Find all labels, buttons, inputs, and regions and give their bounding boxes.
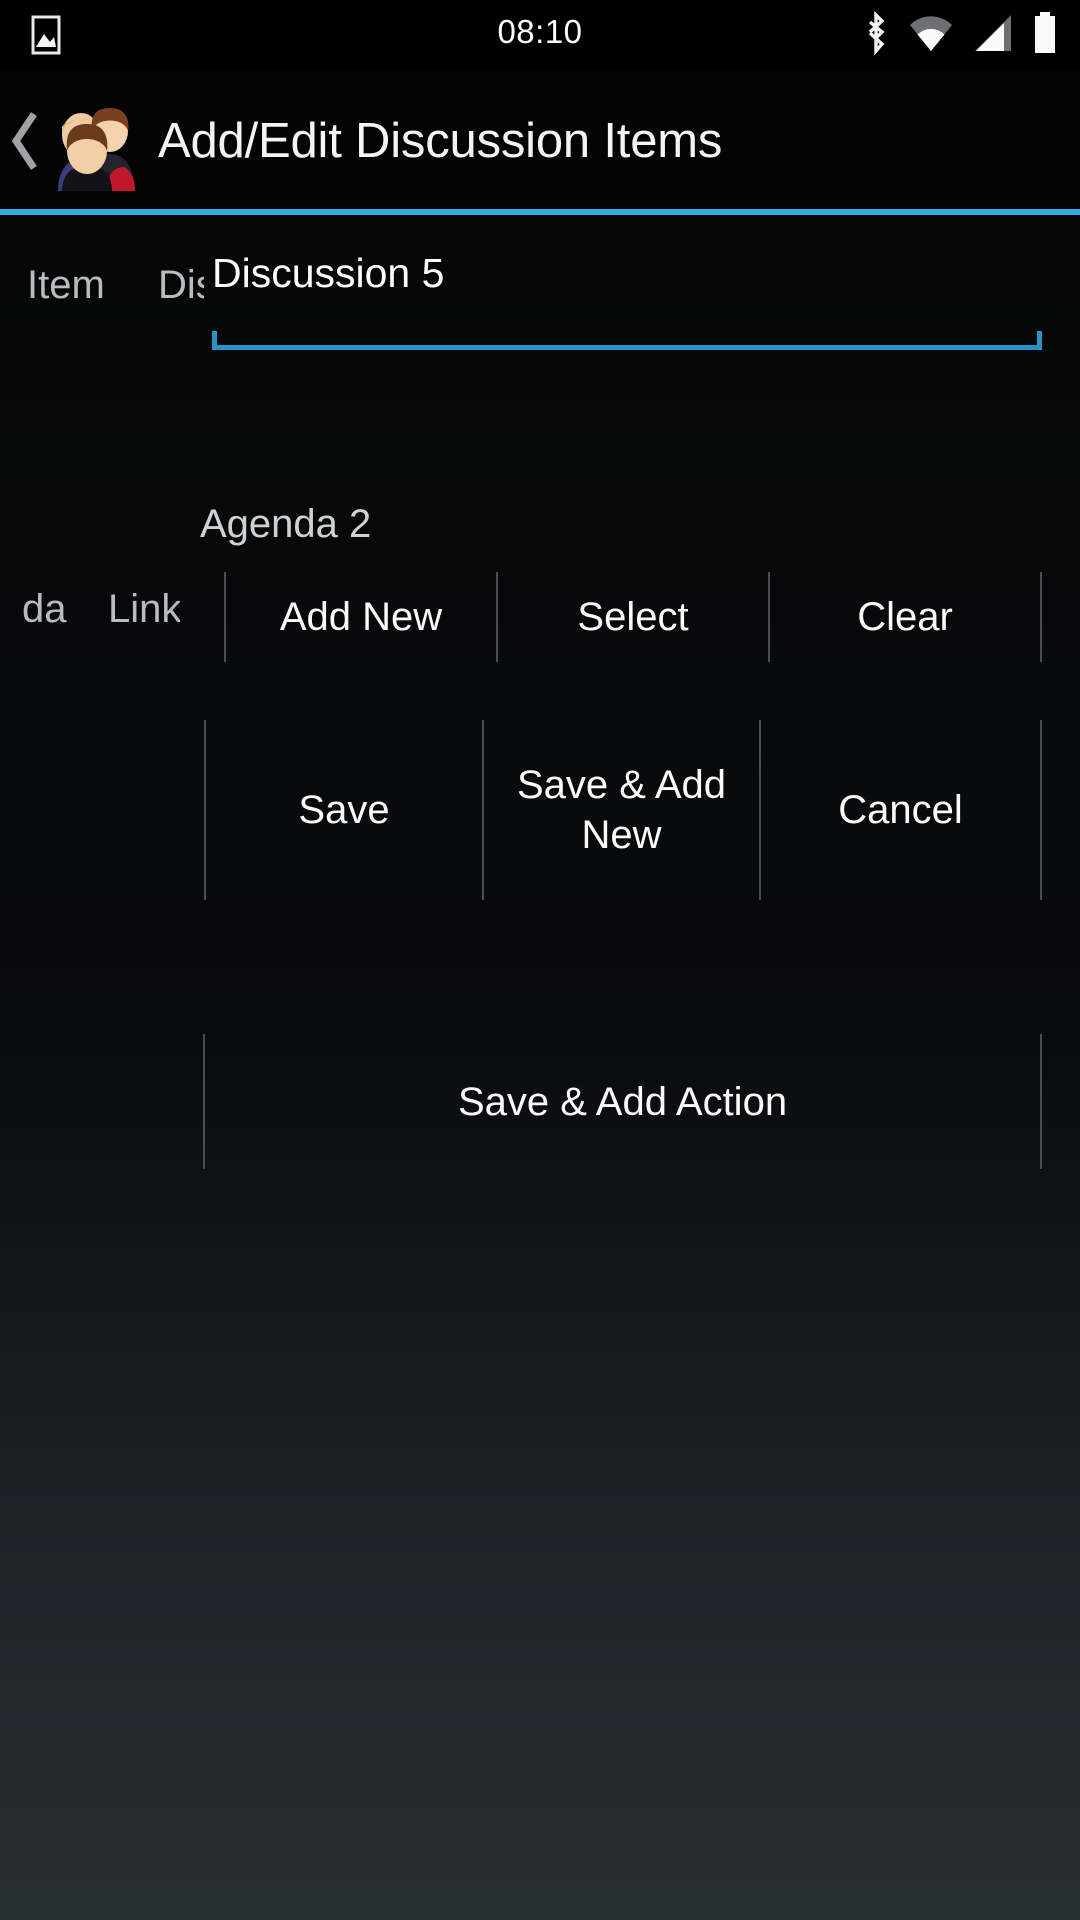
- wifi-icon: [908, 13, 954, 58]
- save-button[interactable]: Save: [204, 720, 482, 900]
- agenda-buttons-row: da Link Add New Select Clear: [0, 552, 1080, 672]
- secondary-action-bar: Save & Add Action: [203, 1034, 1042, 1169]
- add-new-label: Add New: [279, 595, 443, 639]
- cellular-signal-icon: [971, 13, 1015, 58]
- field-focus-underline: [212, 331, 1042, 350]
- cancel-label: Cancel: [838, 788, 963, 832]
- save-and-add-action-label: Save & Add Action: [457, 1079, 788, 1124]
- battery-icon: [1032, 11, 1058, 60]
- clipped-label-dis: Dis: [158, 263, 204, 307]
- agenda-value-label: Agenda 2: [200, 502, 372, 546]
- clipped-label-agenda: da: [22, 587, 67, 631]
- save-label: Save: [298, 788, 390, 832]
- clipped-label-item: Item: [27, 263, 105, 307]
- save-and-add-new-button[interactable]: Save & Add New: [482, 720, 759, 900]
- select-button[interactable]: Select: [496, 572, 768, 662]
- form-content: Item Dis Discussion 5 Agenda 2 da Link A…: [0, 215, 1080, 1920]
- primary-actions-row: Save Save & Add New Cancel: [0, 720, 1080, 900]
- secondary-actions-row: Save & Add Action: [0, 1034, 1080, 1169]
- phone-screen: 08:10 Add/Edit Discussion Items Item Di …: [0, 0, 1080, 1920]
- status-bar: 08:10: [0, 0, 1080, 70]
- app-bar: Add/Edit Discussion Items: [0, 70, 1080, 212]
- agenda-action-bar: Add New Select Clear: [224, 572, 1042, 662]
- clipped-label-link: Link: [108, 587, 180, 631]
- status-bar-icons: [861, 10, 1058, 60]
- group-people-icon: [40, 91, 136, 191]
- page-title: Add/Edit Discussion Items: [158, 114, 723, 168]
- discussion-text-field[interactable]: Discussion 5: [212, 247, 1042, 350]
- save-and-add-action-button[interactable]: Save & Add Action: [203, 1034, 1042, 1169]
- accent-divider: [0, 209, 1080, 215]
- discussion-field-value[interactable]: Discussion 5: [212, 247, 1042, 345]
- select-label: Select: [577, 595, 689, 639]
- save-and-add-new-label: Save & Add New: [516, 763, 727, 857]
- add-new-button[interactable]: Add New: [224, 572, 496, 662]
- back-button[interactable]: [8, 111, 42, 171]
- clear-label: Clear: [857, 595, 953, 639]
- primary-action-bar: Save Save & Add New Cancel: [204, 720, 1042, 900]
- discussion-field-row: Item Dis Discussion 5: [0, 215, 1080, 421]
- clear-button[interactable]: Clear: [768, 572, 1042, 662]
- cancel-button[interactable]: Cancel: [759, 720, 1042, 900]
- bluetooth-icon: [861, 10, 891, 60]
